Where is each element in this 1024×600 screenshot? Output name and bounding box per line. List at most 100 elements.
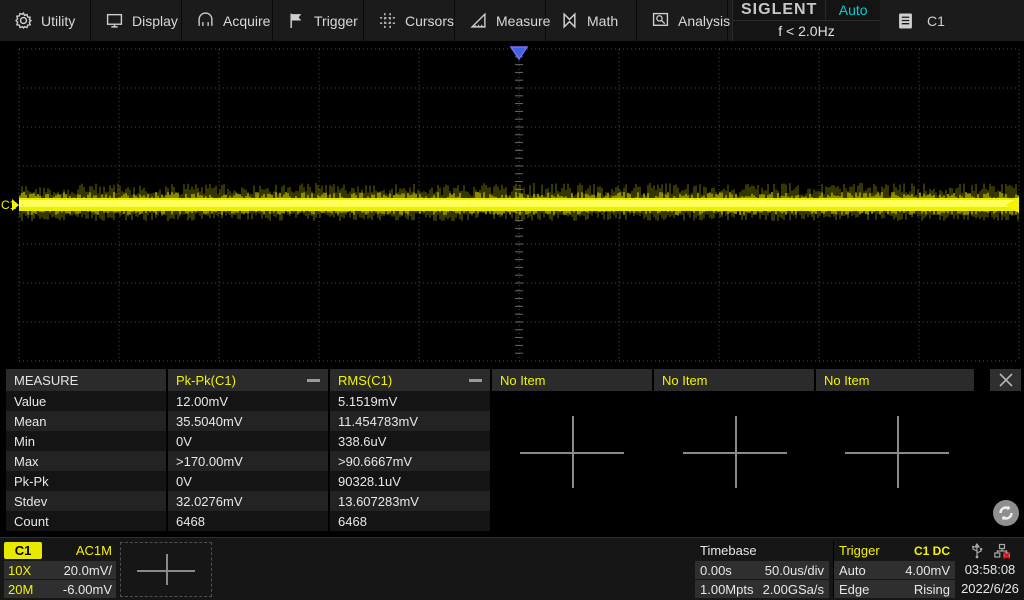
oscilloscope-screen: Utility Display Acquire Trigger Cursors … <box>0 0 1024 600</box>
measure-value-rms: 338.6uV <box>330 431 490 451</box>
measure-header-row: MEASURE Pk-Pk(C1) RMS(C1) No Item No Ite… <box>6 369 974 391</box>
measure-row-label: Max <box>6 451 166 471</box>
status-box: SIGLENT Auto f < 2.0Hz <box>732 0 880 41</box>
remove-measure-icon[interactable] <box>307 379 320 382</box>
measure-value-pkpk: 32.0276mV <box>168 491 328 511</box>
cursors-grid-icon <box>379 12 396 29</box>
menu-cursors-label: Cursors <box>405 13 454 29</box>
active-menu-channel: C1 <box>927 13 945 29</box>
menu-acquire-label: Acquire <box>223 13 270 29</box>
menu-analysis-label: Analysis <box>678 13 730 29</box>
flag-icon <box>288 12 305 29</box>
measure-value-pkpk: 35.5040mV <box>168 411 328 431</box>
trigger-mode: Auto <box>839 563 866 578</box>
timebase-descriptor[interactable]: Timebase 0.00s 50.0us/div 1.00Mpts 2.00G… <box>695 541 829 598</box>
measure-value-pkpk: 6468 <box>168 511 328 531</box>
menu-utility[interactable]: Utility <box>0 0 91 41</box>
reset-statistics-icon <box>991 498 1021 528</box>
add-channel-button[interactable] <box>120 542 212 597</box>
measure-value-rms: 13.607283mV <box>330 491 490 511</box>
time-per-div: 50.0us/div <box>765 563 824 578</box>
timebase-delay: 0.00s <box>700 563 732 578</box>
menu-acquire[interactable]: Acquire <box>182 0 273 41</box>
measure-row-label: Value <box>6 391 166 411</box>
measure-value-rms: 6468 <box>330 511 490 531</box>
channel-offset: -6.00mV <box>63 582 112 597</box>
channel-1-descriptor[interactable]: C1 AC1M 10X 20.0mV/ 20M -6.00mV <box>4 541 116 598</box>
close-icon <box>998 372 1014 388</box>
menu-math[interactable]: Math <box>546 0 637 41</box>
measure-col-pkpk[interactable]: Pk-Pk(C1) <box>168 369 328 391</box>
monitor-icon <box>106 12 123 29</box>
measure-value-rms: 90328.1uV <box>330 471 490 491</box>
graticule: C1 <box>0 43 1024 365</box>
gear-icon <box>15 12 32 29</box>
measure-stat-rows: Value 12.00mV 5.1519mV Mean 35.5040mV 11… <box>6 391 490 531</box>
system-status: 03:58:08 2022/6/26 <box>958 541 1022 598</box>
trigger-type: Edge <box>839 582 869 597</box>
trigger-descriptor[interactable]: Trigger C1 DC Auto 4.00mV Edge Rising <box>833 541 955 598</box>
measure-value-pkpk: 0V <box>168 431 328 451</box>
measure-row-label: Min <box>6 431 166 451</box>
top-menu-bar: Utility Display Acquire Trigger Cursors … <box>0 0 1024 43</box>
add-measurement-button[interactable] <box>675 412 795 492</box>
close-measure-panel-button[interactable] <box>990 369 1021 391</box>
measure-value-pkpk: >170.00mV <box>168 451 328 471</box>
active-menu-indicator[interactable]: C1 <box>898 0 945 41</box>
usb-icon <box>970 543 984 559</box>
menu-cursors[interactable]: Cursors <box>364 0 455 41</box>
menu-measure[interactable]: Measure <box>455 0 546 41</box>
clock-date: 2022/6/26 <box>961 579 1019 598</box>
timebase-title: Timebase <box>700 543 757 558</box>
measure-value-rms: 5.1519mV <box>330 391 490 411</box>
channel-coupling: AC1M <box>76 543 116 558</box>
add-measurement-button[interactable] <box>512 412 632 492</box>
remove-measure-icon[interactable] <box>469 379 482 382</box>
trigger-title: Trigger <box>839 543 880 558</box>
network-disconnected-icon <box>994 543 1011 559</box>
measure-col-empty-3[interactable]: No Item <box>816 369 974 391</box>
menu-utility-label: Utility <box>41 13 75 29</box>
measure-title: MEASURE <box>6 369 166 391</box>
volts-per-div: 20.0mV/ <box>64 563 112 578</box>
acquire-icon <box>197 12 214 29</box>
menu-math-label: Math <box>587 13 618 29</box>
measure-row: Count 6468 6468 <box>6 511 490 531</box>
trigger-source: C1 DC <box>914 544 950 558</box>
frequency-readout: f < 2.0Hz <box>733 21 880 41</box>
menu-trigger[interactable]: Trigger <box>273 0 364 41</box>
measure-row: Pk-Pk 0V 90328.1uV <box>6 471 490 491</box>
measure-col-empty-1[interactable]: No Item <box>492 369 652 391</box>
acquisition-status: Auto <box>826 2 880 18</box>
clock-time: 03:58:08 <box>965 560 1016 579</box>
measure-panel: MEASURE Pk-Pk(C1) RMS(C1) No Item No Ite… <box>0 367 1024 533</box>
measure-col-empty-2[interactable]: No Item <box>654 369 814 391</box>
measure-value-rms: >90.6667mV <box>330 451 490 471</box>
measure-row: Value 12.00mV 5.1519mV <box>6 391 490 411</box>
bottom-status-bar: C1 AC1M 10X 20.0mV/ 20M -6.00mV Timebase… <box>0 537 1024 600</box>
measure-value-pkpk: 0V <box>168 471 328 491</box>
ruler-icon <box>470 12 487 29</box>
measure-col-rms[interactable]: RMS(C1) <box>330 369 490 391</box>
magnifier-box-icon <box>652 12 669 29</box>
menu-display-label: Display <box>132 13 178 29</box>
waveform-display[interactable]: C1 <box>0 43 1024 365</box>
trigger-level: 4.00mV <box>905 563 950 578</box>
channel-1-tab[interactable]: C1 <box>4 542 42 559</box>
menu-display[interactable]: Display <box>91 0 182 41</box>
list-icon <box>898 12 913 30</box>
measure-row-label: Mean <box>6 411 166 431</box>
menu-trigger-label: Trigger <box>314 13 358 29</box>
reset-statistics-button[interactable] <box>991 498 1021 528</box>
siglent-logo: SIGLENT <box>733 0 826 20</box>
add-measurement-button[interactable] <box>837 412 957 492</box>
measure-value-rms: 11.454783mV <box>330 411 490 431</box>
bowtie-icon <box>561 12 578 29</box>
sample-rate: 2.00GSa/s <box>763 582 824 597</box>
measure-row: Max >170.00mV >90.6667mV <box>6 451 490 471</box>
measure-row: Stdev 32.0276mV 13.607283mV <box>6 491 490 511</box>
menu-analysis[interactable]: Analysis <box>637 0 728 41</box>
memory-depth: 1.00Mpts <box>700 582 753 597</box>
measure-row-label: Stdev <box>6 491 166 511</box>
measure-row-label: Count <box>6 511 166 531</box>
